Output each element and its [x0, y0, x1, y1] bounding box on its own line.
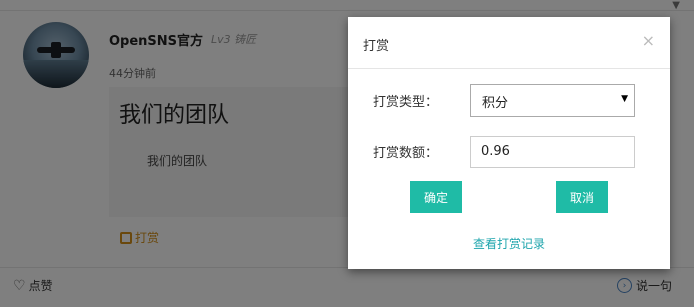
- confirm-button[interactable]: 确定: [410, 181, 462, 213]
- cancel-button[interactable]: 取消: [556, 181, 608, 213]
- view-reward-history-link[interactable]: 查看打赏记录: [348, 235, 670, 252]
- reward-dialog: 打赏 × 打赏类型： 积分 ▼ 打赏数额： 0.96 确定 取消 查看打赏记录: [348, 17, 670, 269]
- reward-amount-label: 打赏数额：: [373, 146, 439, 161]
- reward-type-select[interactable]: 积分 ▼: [470, 84, 635, 117]
- reward-type-value: 积分: [482, 96, 509, 111]
- triangle-down-icon: ▼: [621, 94, 628, 104]
- reward-amount-input[interactable]: 0.96: [470, 136, 635, 168]
- reward-type-label: 打赏类型：: [373, 95, 439, 110]
- dialog-title: 打赏: [363, 39, 390, 54]
- close-icon[interactable]: ×: [642, 31, 655, 50]
- dialog-header: 打赏 ×: [348, 17, 670, 69]
